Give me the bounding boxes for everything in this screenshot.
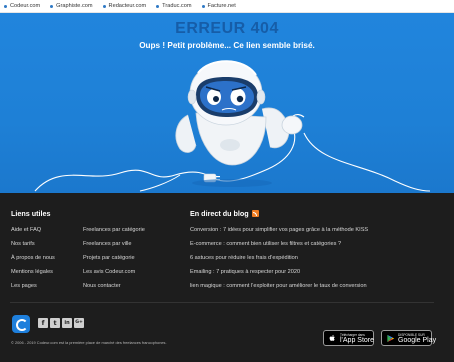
footer-link-avis[interactable]: Les avis Codeur.com <box>83 269 135 275</box>
network-link-label: Redacteur.com <box>108 3 147 9</box>
network-link-graphiste[interactable]: Graphiste.com <box>50 3 93 9</box>
blog-title: En direct du blog <box>190 209 259 218</box>
google-play-button[interactable]: DISPONIBLE SUR Google Play <box>381 330 436 346</box>
bullet-icon <box>102 4 106 8</box>
network-link-facture[interactable]: Facture.net <box>201 3 236 9</box>
footer-link-mentions[interactable]: Mentions légales <box>11 269 53 275</box>
error-hero: ERREUR 404 Oups ! Petit problème... Ce l… <box>0 13 454 193</box>
google-plus-icon[interactable]: G+ <box>74 318 84 328</box>
apple-icon <box>329 334 335 341</box>
network-link-label: Traduc.com <box>162 3 192 9</box>
network-bar: Codeur.com Graphiste.com Redacteur.com T… <box>0 0 454 13</box>
facebook-icon[interactable]: f <box>38 318 48 328</box>
bullet-icon <box>50 4 54 8</box>
network-link-label: Codeur.com <box>10 3 41 9</box>
google-play-label: Google Play <box>398 336 437 344</box>
blog-post-link[interactable]: Emailing : 7 pratiques à respecter pour … <box>190 269 300 275</box>
bullet-icon <box>201 4 205 8</box>
footer-divider <box>10 302 434 303</box>
app-store-button[interactable]: Télécharger dans l'App Store <box>323 330 374 346</box>
app-store-label: l'App Store <box>340 336 375 344</box>
network-link-label: Graphiste.com <box>56 3 93 9</box>
rss-icon[interactable] <box>251 210 259 217</box>
useful-links-title: Liens utiles <box>11 209 51 218</box>
linkedin-icon[interactable]: in <box>62 318 72 328</box>
copyright-text: © 2006 - 2019 Codeur.com est la première… <box>11 340 167 345</box>
footer-link-freelances-ville[interactable]: Freelances par ville <box>83 241 132 247</box>
footer-link-projets-categorie[interactable]: Projets par catégorie <box>83 255 135 261</box>
network-link-label: Facture.net <box>207 3 236 9</box>
footer-link-contact[interactable]: Nous contacter <box>83 283 121 289</box>
twitter-icon[interactable]: t <box>50 318 60 328</box>
blog-post-link[interactable]: Conversion : 7 idées pour simplifier vos… <box>190 227 368 233</box>
footer-link-a-propos[interactable]: À propos de nous <box>11 255 55 261</box>
robot-illustration <box>34 60 431 192</box>
blog-post-link[interactable]: lien magique : comment l’exploiter pour … <box>190 283 367 289</box>
footer-link-tarifs[interactable]: Nos tarifs <box>11 241 35 247</box>
google-play-icon <box>387 334 395 343</box>
blog-post-link[interactable]: E-commerce : comment bien utiliser les f… <box>190 241 341 247</box>
bullet-icon <box>156 4 160 8</box>
footer-link-pages[interactable]: Les pages <box>11 283 37 289</box>
bullet-icon <box>4 4 7 8</box>
codeur-logo-icon[interactable] <box>12 315 30 333</box>
footer-link-freelances-categorie[interactable]: Freelances par catégorie <box>83 227 145 233</box>
blog-post-link[interactable]: 6 astuces pour réduire les frais d’expéd… <box>190 255 298 261</box>
network-link-codeur[interactable]: Codeur.com <box>4 3 40 9</box>
footer-link-aide[interactable]: Aide et FAQ <box>11 227 41 233</box>
network-link-traduc[interactable]: Traduc.com <box>156 3 192 9</box>
network-link-redacteur[interactable]: Redacteur.com <box>102 3 147 9</box>
blog-title-label: En direct du blog <box>190 209 249 218</box>
